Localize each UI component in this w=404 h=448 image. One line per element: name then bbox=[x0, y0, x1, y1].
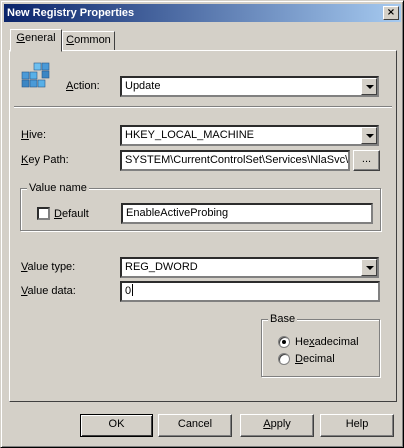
ok-button[interactable]: OK bbox=[80, 414, 153, 437]
help-button[interactable]: Help bbox=[320, 414, 394, 437]
action-label: Action: bbox=[66, 80, 100, 92]
action-dropdown[interactable]: Update bbox=[120, 76, 379, 97]
value-data-label: Value data: bbox=[21, 285, 76, 297]
base-group: Base Hexadecimal Decimal bbox=[261, 312, 380, 377]
decimal-label: Decimal bbox=[295, 353, 335, 365]
registry-cubes-icon bbox=[21, 62, 50, 88]
hexadecimal-radio[interactable] bbox=[278, 336, 290, 348]
close-icon[interactable]: × bbox=[383, 6, 399, 20]
default-checkbox[interactable] bbox=[37, 207, 50, 220]
base-group-title: Base bbox=[268, 312, 298, 326]
separator bbox=[14, 106, 392, 108]
value-name-group: Value name Default EnableActiveProbing bbox=[20, 181, 381, 231]
chevron-down-icon[interactable] bbox=[361, 259, 377, 276]
dialog-window: New Registry Properties × General Common… bbox=[0, 0, 404, 448]
chevron-down-icon[interactable] bbox=[361, 127, 377, 144]
tab-common[interactable]: Common bbox=[62, 31, 115, 51]
key-path-label: Key Path: bbox=[21, 154, 69, 166]
cancel-button[interactable]: Cancel bbox=[158, 414, 232, 437]
value-name-input[interactable]: EnableActiveProbing bbox=[121, 203, 373, 224]
hive-dropdown[interactable]: HKEY_LOCAL_MACHINE bbox=[120, 125, 379, 146]
value-type-dropdown[interactable]: REG_DWORD bbox=[120, 257, 379, 278]
decimal-radio[interactable] bbox=[278, 353, 290, 365]
tab-general[interactable]: General bbox=[10, 29, 62, 52]
browse-button[interactable]: ... bbox=[353, 150, 380, 171]
tab-panel-general: Action: Update Hive: HKEY_LOCAL_MACHINE … bbox=[9, 50, 397, 402]
hive-label: Hive: bbox=[21, 129, 47, 141]
key-path-input[interactable]: SYSTEM\CurrentControlSet\Services\NlaSvc… bbox=[120, 150, 350, 171]
hexadecimal-label: Hexadecimal bbox=[295, 336, 359, 348]
value-data-input[interactable]: 0 bbox=[120, 281, 380, 302]
text-cursor bbox=[132, 284, 134, 296]
chevron-down-icon[interactable] bbox=[361, 78, 377, 95]
title-bar[interactable]: New Registry Properties × bbox=[4, 4, 401, 22]
apply-button[interactable]: Apply bbox=[240, 414, 314, 437]
value-type-label: Value type: bbox=[21, 261, 76, 273]
window-title: New Registry Properties bbox=[7, 7, 135, 19]
default-checkbox-label: Default bbox=[54, 208, 89, 220]
value-name-group-title: Value name bbox=[27, 181, 89, 195]
